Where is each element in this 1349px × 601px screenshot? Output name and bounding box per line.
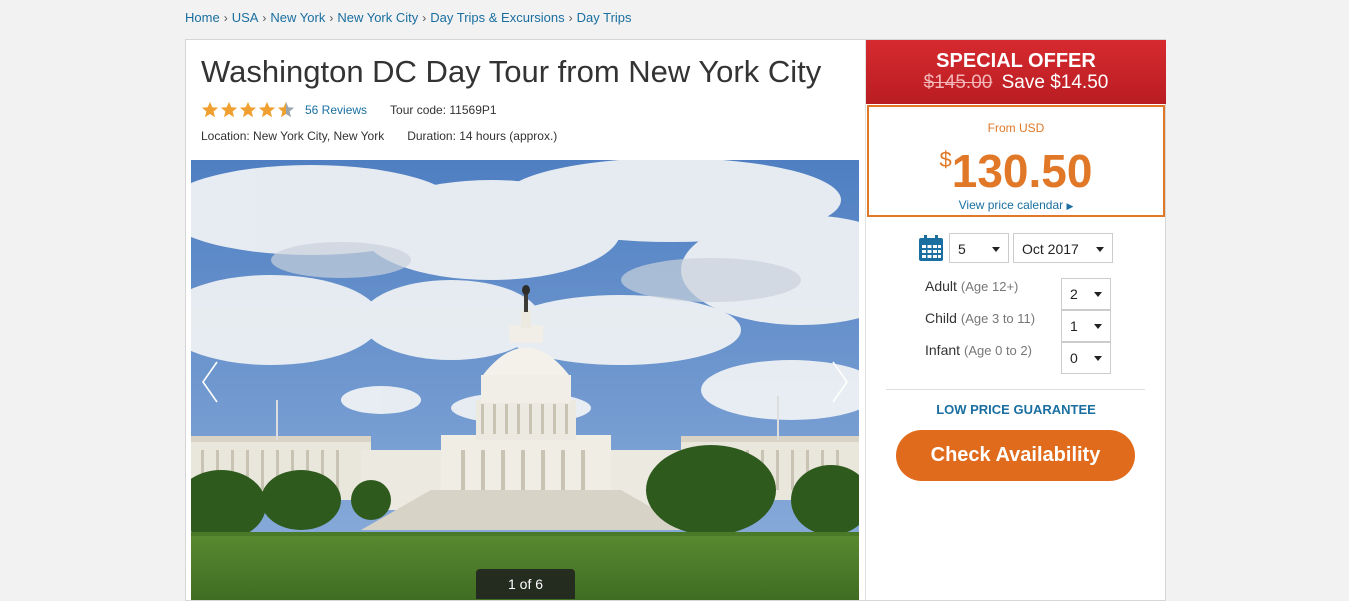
breadcrumb-day-trips-excursions[interactable]: Day Trips & Excursions bbox=[430, 10, 564, 25]
adult-count-value: 2 bbox=[1070, 286, 1078, 302]
adult-count-select[interactable]: 2 bbox=[1061, 278, 1111, 310]
child-row: Child (Age 3 to 11) 1 bbox=[925, 310, 1147, 342]
tour-code: Tour code: 11569P1 bbox=[390, 103, 497, 117]
booking-sidebar: SPECIAL OFFER $145.00 Save $14.50 From U… bbox=[865, 40, 1166, 600]
reviews-link[interactable]: 56 Reviews bbox=[305, 103, 367, 117]
photo-gallery[interactable]: 1 of 6 bbox=[191, 160, 859, 600]
day-select[interactable]: 5 bbox=[949, 233, 1009, 263]
caret-right-icon: ▶ bbox=[1066, 201, 1074, 211]
breadcrumb-new-york[interactable]: New York bbox=[270, 10, 325, 25]
price-amount: $130.50 bbox=[869, 135, 1163, 196]
child-age: (Age 3 to 11) bbox=[960, 310, 1036, 326]
day-select-value: 5 bbox=[958, 241, 966, 257]
infant-label: Infant bbox=[925, 342, 961, 358]
child-count-select[interactable]: 1 bbox=[1061, 310, 1111, 342]
tour-panel: Washington DC Day Tour from New York Cit… bbox=[185, 39, 1166, 601]
month-select[interactable]: Oct 2017 bbox=[1013, 233, 1113, 263]
child-label: Child bbox=[925, 310, 957, 326]
breadcrumb: Home › USA › New York › New York City › … bbox=[185, 10, 632, 25]
breadcrumb-home[interactable]: Home bbox=[185, 10, 220, 25]
caret-down-icon bbox=[992, 247, 1000, 252]
price-currency: $ bbox=[939, 147, 952, 172]
breadcrumb-separator: › bbox=[223, 10, 228, 25]
price-box: From USD $130.50 View price calendar ▶ bbox=[867, 105, 1165, 217]
special-offer-banner: SPECIAL OFFER $145.00 Save $14.50 bbox=[866, 40, 1166, 104]
adult-age: (Age 12+) bbox=[960, 278, 1019, 294]
divider bbox=[886, 389, 1145, 390]
caret-down-icon bbox=[1094, 292, 1102, 297]
infant-age: (Age 0 to 2) bbox=[964, 342, 1032, 358]
calendar-icon[interactable] bbox=[918, 234, 944, 262]
infant-row: Infant (Age 0 to 2) 0 bbox=[925, 342, 1147, 374]
breadcrumb-separator: › bbox=[262, 10, 267, 25]
star-half-icon bbox=[277, 101, 295, 118]
gallery-prev-button[interactable] bbox=[199, 358, 223, 406]
tour-duration: Duration: 14 hours (approx.) bbox=[407, 129, 558, 143]
tour-meta-row: 56 Reviews Tour code: 11569P1 bbox=[201, 100, 497, 120]
adult-row: Adult (Age 12+) 2 bbox=[925, 278, 1147, 310]
star-icon bbox=[258, 101, 276, 118]
infant-count-select[interactable]: 0 bbox=[1061, 342, 1111, 374]
breadcrumb-separator: › bbox=[568, 10, 573, 25]
star-rating bbox=[201, 101, 296, 119]
check-availability-button[interactable]: Check Availability bbox=[896, 430, 1135, 481]
infant-count-value: 0 bbox=[1070, 350, 1078, 366]
low-price-guarantee: LOW PRICE GUARANTEE bbox=[936, 402, 1096, 417]
star-icon bbox=[239, 101, 257, 118]
star-icon bbox=[220, 101, 238, 118]
gallery-next-button[interactable] bbox=[827, 358, 851, 406]
caret-down-icon bbox=[1094, 356, 1102, 361]
date-picker-row: 5 Oct 2017 bbox=[918, 233, 1113, 263]
breadcrumb-usa[interactable]: USA bbox=[232, 10, 259, 25]
save-amount: Save $14.50 bbox=[1001, 72, 1109, 93]
breadcrumb-separator: › bbox=[329, 10, 334, 25]
price-from-label: From USD bbox=[987, 121, 1045, 135]
tour-location-row: Location: New York City, New York Durati… bbox=[201, 129, 557, 143]
chevron-left-icon bbox=[202, 361, 218, 403]
child-count-value: 1 bbox=[1070, 318, 1078, 334]
caret-down-icon bbox=[1096, 247, 1104, 252]
offer-title: SPECIAL OFFER bbox=[936, 50, 1096, 72]
capitol-photo bbox=[191, 160, 859, 600]
tour-location: Location: New York City, New York bbox=[201, 129, 385, 143]
breadcrumb-new-york-city[interactable]: New York City bbox=[337, 10, 418, 25]
price-value: 130.50 bbox=[951, 145, 1093, 197]
breadcrumb-separator: › bbox=[422, 10, 427, 25]
view-price-calendar-label: View price calendar bbox=[958, 198, 1064, 212]
star-icon bbox=[201, 101, 219, 118]
view-price-calendar-link[interactable]: View price calendar ▶ bbox=[959, 198, 1074, 212]
adult-label: Adult bbox=[925, 278, 957, 294]
old-price: $145.00 bbox=[923, 72, 993, 93]
month-select-value: Oct 2017 bbox=[1022, 241, 1079, 257]
chevron-right-icon bbox=[832, 361, 848, 403]
gallery-counter: 1 of 6 bbox=[476, 569, 575, 599]
offer-savings: $145.00 Save $14.50 bbox=[866, 72, 1166, 94]
page-title: Washington DC Day Tour from New York Cit… bbox=[201, 54, 822, 89]
breadcrumb-day-trips[interactable]: Day Trips bbox=[577, 10, 632, 25]
tour-details: Washington DC Day Tour from New York Cit… bbox=[186, 40, 865, 600]
caret-down-icon bbox=[1094, 324, 1102, 329]
